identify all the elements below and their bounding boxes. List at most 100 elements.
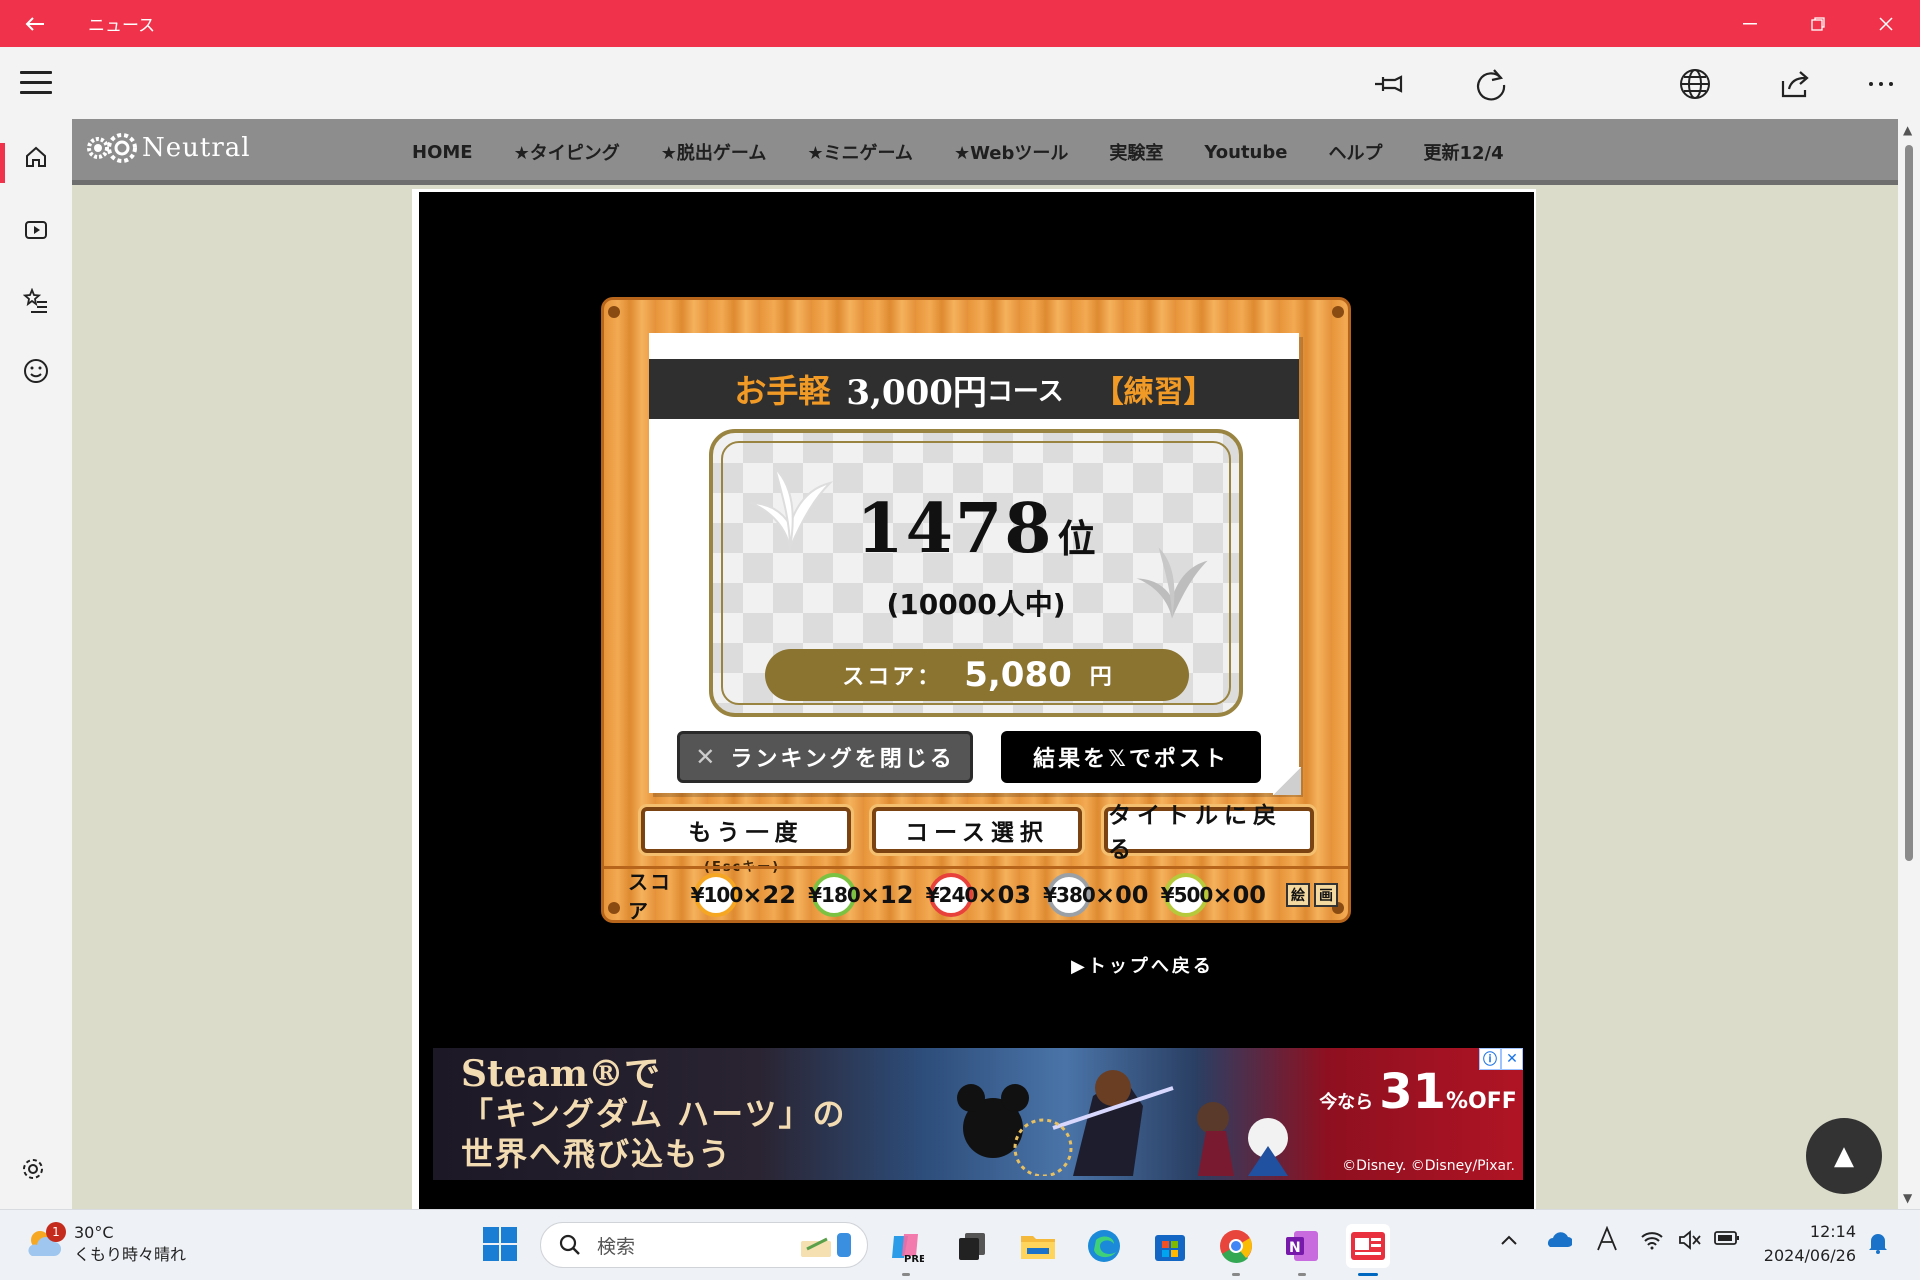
- back-to-title-button[interactable]: タイトルに戻る: [1104, 802, 1314, 863]
- nav-typing[interactable]: ★タイピング: [514, 139, 620, 165]
- course-prefix: お手軽: [734, 372, 831, 410]
- notification-bell-icon[interactable]: [1868, 1232, 1888, 1259]
- rank-unit: 位: [1057, 516, 1096, 561]
- nav-lab[interactable]: 実験室: [1109, 139, 1163, 165]
- weather-widget[interactable]: 1 30°C くもり時々晴れ: [24, 1222, 186, 1266]
- dark-mode-icon[interactable]: [1572, 63, 1614, 105]
- nav-web-tools[interactable]: ★Webツール: [954, 139, 1068, 165]
- edge-app[interactable]: [1082, 1224, 1126, 1268]
- advertisement-banner[interactable]: Steam®で 「キングダム ハーツ」の 世界へ飛び込もう 今なら 31 %OF…: [433, 1048, 1523, 1180]
- ad-sale-prefix: 今なら: [1319, 1092, 1374, 1113]
- hamburger-menu-icon[interactable]: [20, 71, 52, 95]
- clock[interactable]: 12:14 2024/06/26: [1752, 1220, 1856, 1268]
- coin-100-count: ×22: [742, 880, 796, 909]
- score-pill: スコア： 5,080 円: [765, 649, 1189, 701]
- rail-video[interactable]: [0, 200, 72, 260]
- globe-icon[interactable]: [1674, 63, 1716, 105]
- rail-emoji[interactable]: [0, 341, 72, 401]
- ad-info-icon[interactable]: ⓘ: [1479, 1048, 1501, 1070]
- onedrive-icon[interactable]: [1544, 1230, 1573, 1253]
- coin-380-disc: ¥380: [1043, 872, 1096, 917]
- news-app-icon: [1351, 1232, 1385, 1260]
- ad-sale-number: 31: [1379, 1064, 1446, 1120]
- rank-frame: 1478 位 (10000人中) スコア： 5,080 円: [709, 429, 1243, 717]
- close-button[interactable]: [1852, 0, 1920, 47]
- minimize-button[interactable]: [1716, 0, 1784, 47]
- coin-180-count: ×12: [859, 880, 914, 909]
- rank-display: 1478 位: [713, 489, 1239, 569]
- rank-number: 1478: [856, 489, 1054, 569]
- settings-button[interactable]: [20, 1156, 46, 1186]
- store-app[interactable]: [1148, 1224, 1192, 1268]
- active-indicator: [0, 143, 5, 183]
- onenote-app[interactable]: N: [1280, 1224, 1324, 1276]
- ad-sale: 今なら 31 %OFF: [1313, 1064, 1523, 1144]
- restore-button[interactable]: [1784, 0, 1852, 47]
- svg-text:N: N: [1289, 1240, 1301, 1256]
- course-suffix: コース: [986, 376, 1064, 407]
- nail-icon: [1332, 306, 1344, 318]
- home-icon: [26, 146, 46, 167]
- nav-escape-game[interactable]: ★脱出ゲーム: [661, 139, 767, 165]
- taskbar-search[interactable]: 検索: [540, 1222, 868, 1268]
- site-logo-text: Neutral: [142, 133, 251, 163]
- pin-icon[interactable]: [1368, 63, 1410, 105]
- ad-line-2: 「キングダム ハーツ」の: [461, 1095, 847, 1133]
- tray-chevron-icon[interactable]: [1500, 1230, 1518, 1251]
- coin-500: ¥500 ×00: [1161, 872, 1266, 917]
- course-mode: 【練習】: [1093, 375, 1214, 410]
- file-explorer-app[interactable]: [1016, 1224, 1060, 1268]
- coin-100: ¥100 ×22: [691, 872, 796, 917]
- close-icon: ✕: [695, 743, 719, 771]
- copilot-app[interactable]: PRE: [884, 1224, 928, 1276]
- ad-copyright: ©Disney. ©Disney/Pixar.: [1342, 1158, 1515, 1174]
- scroll-to-top-button[interactable]: ▲: [1806, 1118, 1882, 1194]
- back-button[interactable]: [0, 0, 70, 47]
- retry-button[interactable]: もう一度: [641, 807, 851, 853]
- onenote-icon: N: [1286, 1231, 1318, 1261]
- ad-line-3: 世界へ飛び込もう: [461, 1135, 733, 1173]
- scrollbar[interactable]: ▲ ▼: [1898, 119, 1920, 1209]
- seal-stamp: 絵: [1286, 882, 1310, 907]
- ad-characters-image: [957, 1070, 1288, 1176]
- nav-mini-game[interactable]: ★ミニゲーム: [807, 139, 913, 165]
- ime-icon[interactable]: [1596, 1225, 1618, 1257]
- back-to-top-link[interactable]: ▶トップへ戻る: [1071, 952, 1214, 978]
- file-explorer-icon: [1021, 1236, 1055, 1259]
- scrollbar-thumb[interactable]: [1905, 145, 1913, 861]
- coin-180-disc: ¥180: [808, 872, 861, 917]
- restore-icon: [1811, 16, 1825, 31]
- close-ranking-button[interactable]: ✕ ランキングを閉じる: [677, 731, 973, 783]
- task-view-app[interactable]: [950, 1224, 994, 1268]
- score-unit: 円: [1089, 665, 1112, 690]
- window-title: ニュース: [88, 16, 156, 36]
- seal-stamp: 画: [1314, 882, 1338, 907]
- rail-favorites[interactable]: [0, 271, 72, 331]
- ad-close-icon[interactable]: ✕: [1501, 1048, 1523, 1070]
- share-icon[interactable]: [1774, 63, 1816, 105]
- scroll-down-arrow-icon[interactable]: ▼: [1903, 1191, 1912, 1205]
- refresh-icon[interactable]: [1470, 63, 1512, 105]
- news-app[interactable]: [1346, 1224, 1390, 1276]
- nav-update[interactable]: 更新12/4: [1423, 139, 1503, 165]
- wifi-icon[interactable]: [1640, 1230, 1664, 1255]
- scroll-up-arrow-icon[interactable]: ▲: [1903, 123, 1912, 137]
- task-view-icon: [959, 1233, 985, 1260]
- gear-icon: [23, 1159, 43, 1179]
- battery-icon[interactable]: [1714, 1230, 1740, 1251]
- nav-youtube[interactable]: Youtube: [1204, 142, 1287, 163]
- start-button[interactable]: [482, 1226, 518, 1266]
- nav-home[interactable]: HOME: [412, 142, 473, 163]
- rail-home[interactable]: [0, 127, 72, 187]
- chrome-icon: [1220, 1230, 1252, 1263]
- score-value: 5,080: [964, 655, 1072, 695]
- nav-help[interactable]: ヘルプ: [1328, 139, 1382, 165]
- course-select-button[interactable]: コース選択: [872, 807, 1082, 853]
- chrome-app[interactable]: [1214, 1224, 1258, 1276]
- volume-muted-icon[interactable]: [1678, 1230, 1702, 1255]
- coin-240-disc: ¥240: [926, 872, 978, 917]
- site-logo[interactable]: Neutral: [84, 131, 251, 165]
- more-icon[interactable]: [1860, 63, 1902, 105]
- weather-condition: くもり時々晴れ: [74, 1245, 187, 1264]
- post-to-x-button[interactable]: 結果を𝕏でポスト: [1001, 731, 1261, 783]
